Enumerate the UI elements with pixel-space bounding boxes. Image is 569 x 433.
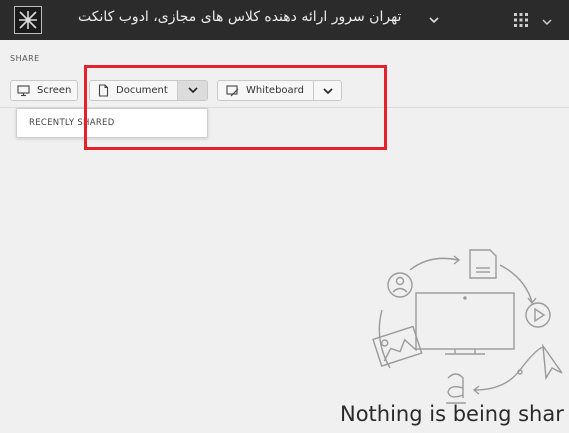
share-screen-button[interactable]: Screen bbox=[10, 80, 78, 101]
chevron-down-icon[interactable] bbox=[427, 12, 441, 26]
meeting-title: تهران سرور ارائه دهنده کلاس های مجازی، ا… bbox=[78, 9, 402, 25]
highlight-box bbox=[84, 65, 387, 150]
share-section-label: SHARE bbox=[10, 54, 40, 63]
share-screen-label: Screen bbox=[37, 85, 72, 96]
chevron-down-icon[interactable] bbox=[541, 13, 553, 26]
empty-state-message: Nothing is being shar bbox=[340, 402, 564, 426]
top-bar: تهران سرور ارائه دهنده کلاس های مجازی، ا… bbox=[0, 0, 569, 40]
monitor-icon bbox=[17, 84, 30, 96]
apps-grid-icon[interactable] bbox=[513, 12, 529, 28]
empty-share-illustration bbox=[372, 249, 563, 404]
adobe-connect-logo-icon[interactable] bbox=[14, 6, 42, 34]
